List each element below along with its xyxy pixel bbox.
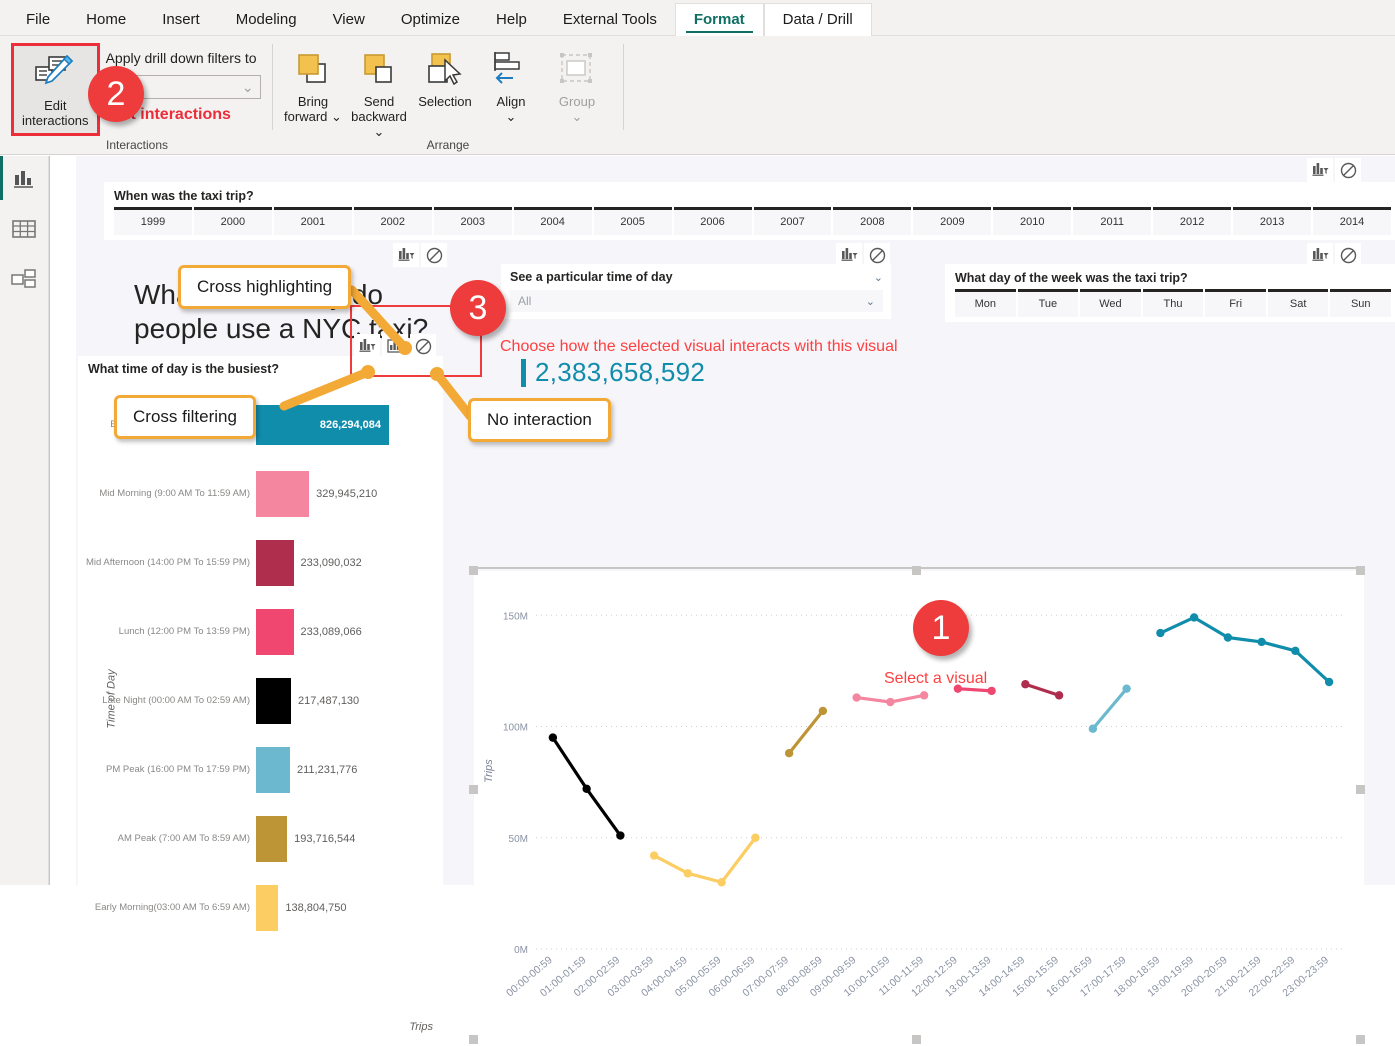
- selection-handle-bl[interactable]: [469, 1035, 478, 1044]
- annotation-leader-lines: [0, 0, 1395, 885]
- callout-no-interaction: No interaction: [468, 398, 611, 442]
- selection-handle-br[interactable]: [1356, 1035, 1365, 1044]
- bar-rect[interactable]: [256, 885, 278, 931]
- y-axis-tick-label: 0M: [514, 945, 528, 956]
- selection-handle-bc[interactable]: [912, 1035, 921, 1044]
- step-badge-1: 1: [913, 600, 969, 656]
- step-badge-3: 3: [450, 280, 506, 336]
- bar-value-label: 138,804,750: [285, 902, 346, 914]
- bar-category-label: Early Morning(03:00 AM To 6:59 AM): [78, 902, 256, 913]
- callout-cross-highlighting: Cross highlighting: [178, 265, 351, 309]
- step-badge-2: 2: [88, 66, 144, 122]
- bar-chart-x-axis-title: Trips: [409, 1021, 433, 1033]
- callout-cross-filtering: Cross filtering: [114, 395, 256, 439]
